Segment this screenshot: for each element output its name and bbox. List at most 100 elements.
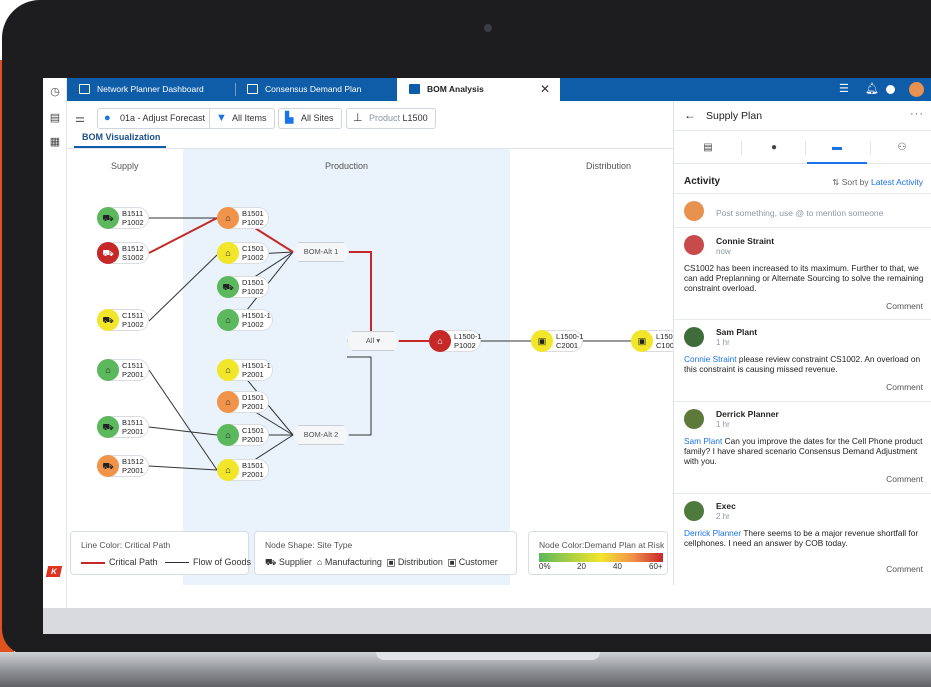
- manufacturing-icon: ⌂: [217, 459, 239, 481]
- panel-title: Supply Plan: [706, 110, 763, 122]
- supplier-icon: ⛟: [217, 276, 239, 298]
- customer-icon: ▣: [447, 557, 457, 567]
- supply-node[interactable]: ⛟ C1511 P1002: [97, 309, 149, 331]
- production-node[interactable]: ⌂ B1501 P2001: [217, 459, 269, 481]
- node-label: B1512 P2001: [122, 457, 144, 475]
- activity-heading: Activity: [684, 176, 721, 187]
- comment-button[interactable]: Comment: [886, 382, 923, 392]
- production-node[interactable]: ⛟ D1501 P1002: [217, 276, 269, 298]
- divider: [674, 319, 931, 320]
- scenario-chip[interactable]: ● 01a - Adjust Forecast: [97, 108, 214, 129]
- product-filter-chip[interactable]: ⊥ Product L1500: [346, 108, 436, 129]
- supply-plan-panel: ← Supply Plan ··· ▤ ● ▬ ⚇ Activity ⇅ Sor…: [673, 101, 931, 585]
- edge-flow: [148, 254, 218, 322]
- legend-title: Node Shape: Site Type: [265, 540, 353, 550]
- supply-node[interactable]: ⛟ B1511 P2001: [97, 416, 149, 438]
- comment-button[interactable]: Comment: [886, 301, 923, 311]
- product-node[interactable]: ⌂ L1500-1 P1002: [429, 330, 482, 352]
- user-avatar[interactable]: [909, 82, 924, 97]
- comment-text: Derrick Planner There seems to be a majo…: [684, 528, 919, 549]
- mention-link[interactable]: Connie Straint: [684, 354, 737, 364]
- comment-text: Connie Straint please review constraint …: [684, 354, 921, 375]
- manufacturing-icon: ⌂: [429, 330, 451, 352]
- tab-bom-analysis[interactable]: BOM Analysis ✕: [397, 78, 560, 101]
- hierarchy-icon: ⊥: [353, 112, 363, 124]
- production-node[interactable]: ⌂ C1501 P1002: [217, 242, 269, 264]
- document-tab-icon[interactable]: ▤: [698, 142, 718, 153]
- production-node[interactable]: ⌂ H1501-1 P2001: [217, 359, 273, 381]
- ramp-tick: 60+: [649, 562, 663, 571]
- distribution-node[interactable]: ▣ L1500-1 C2001: [531, 330, 584, 352]
- close-tab-icon[interactable]: ✕: [540, 78, 550, 101]
- comment-author: Exec: [716, 501, 736, 511]
- production-node[interactable]: ⌂ H1501-1 P1002: [217, 309, 273, 331]
- supplier-icon: ⛟: [97, 207, 119, 229]
- comment-text: Sam Plant Can you improve the dates for …: [684, 436, 923, 467]
- supply-node[interactable]: ⛟ B1512 P2001: [97, 455, 149, 477]
- comment-tab-icon[interactable]: ●: [764, 142, 784, 153]
- sites-filter-chip[interactable]: ▙ All Sites: [278, 108, 342, 129]
- supply-node[interactable]: ⌂ C1511 P2001: [97, 359, 149, 381]
- node-label: C1501 P2001: [242, 426, 265, 444]
- supply-node[interactable]: ⛟ B1512 S1002: [97, 242, 149, 264]
- laptop-notch: [376, 652, 600, 660]
- people-tab-icon[interactable]: ⚇: [892, 142, 912, 153]
- comment-time: 1 hr: [716, 338, 730, 347]
- edge-flow: [148, 369, 218, 471]
- supplier-icon: ⛟: [97, 416, 119, 438]
- bom-alt-2-node[interactable]: BOM-Alt 2: [293, 425, 349, 445]
- mention-link[interactable]: Sam Plant: [684, 436, 722, 446]
- items-filter-chip[interactable]: ▼ All Items: [209, 108, 275, 129]
- document-icon[interactable]: ▤: [49, 112, 61, 124]
- calendar-icon[interactable]: ▦: [49, 136, 61, 148]
- node-shape-legend: Node Shape: Site Type ⛟ Supplier ⌂ Manuf…: [254, 531, 517, 575]
- node-label: D1501 P1002: [242, 278, 265, 296]
- production-node[interactable]: ⌂ C1501 P2001: [217, 424, 269, 446]
- bom-canvas[interactable]: Supply Production Distribution ⛟ B1511 P…: [67, 149, 673, 585]
- manufacturing-icon: ⌂: [316, 557, 323, 567]
- sliders-icon[interactable]: ⚌: [75, 112, 85, 125]
- production-node[interactable]: ⌂ B1501 P1002: [217, 207, 269, 229]
- divider: [674, 227, 931, 228]
- comment-author: Derrick Planner: [716, 409, 779, 419]
- plan-icon: [247, 84, 258, 94]
- tab-divider: [805, 141, 806, 155]
- node-label: C1511 P1002: [122, 311, 144, 329]
- sort-value[interactable]: Latest Activity: [871, 177, 923, 187]
- tab-network-planner-dashboard[interactable]: Network Planner Dashboard: [67, 78, 225, 101]
- bell-icon[interactable]: 🔔︎: [865, 78, 879, 101]
- node-label: L1500-1 C2001: [556, 332, 584, 350]
- team-icon[interactable]: [883, 82, 898, 97]
- legend-title: Node Color:Demand Plan at Risk: [539, 540, 665, 550]
- comment-button[interactable]: Comment: [886, 564, 923, 574]
- tab-consensus-demand-plan[interactable]: Consensus Demand Plan: [235, 78, 393, 101]
- sort-prefix: Sort by: [841, 177, 869, 187]
- supply-node[interactable]: ⛟ B1511 P1002: [97, 207, 149, 229]
- all-selector-node[interactable]: All ▾: [347, 331, 399, 351]
- ramp-tick: 40: [613, 562, 622, 571]
- chat-tab-icon[interactable]: ▬: [827, 142, 847, 153]
- subtab-bom-visualization[interactable]: BOM Visualization: [82, 132, 160, 142]
- distribution-node[interactable]: ▣ L1500C1001: [631, 330, 673, 352]
- bom-alt-1-node[interactable]: BOM-Alt 1: [293, 242, 349, 262]
- comment-time: 1 hr: [716, 420, 730, 429]
- production-node[interactable]: ⌂ D1501 P2001: [217, 391, 269, 413]
- chat-bubble-icon: ●: [104, 112, 111, 124]
- tab-label: Consensus Demand Plan: [265, 84, 362, 94]
- back-arrow-icon[interactable]: ←: [684, 108, 696, 122]
- buildings-icon: ▙: [285, 112, 294, 124]
- list-icon[interactable]: ☰: [839, 78, 849, 101]
- more-icon[interactable]: ···: [910, 108, 924, 120]
- comment-button[interactable]: Comment: [886, 474, 923, 484]
- dashboard-icon: [79, 84, 90, 94]
- distribution-icon: ▣: [531, 330, 553, 352]
- tab-divider: [741, 141, 742, 155]
- camera-dot: [484, 24, 492, 32]
- clock-icon[interactable]: ◷: [49, 86, 61, 98]
- manufacturing-icon: ⌂: [217, 309, 239, 331]
- supplier-icon: ⛟: [97, 309, 119, 331]
- node-label: B1512 S1002: [122, 244, 144, 262]
- post-input[interactable]: Post something, use @ to mention someone: [716, 208, 883, 218]
- sort-control[interactable]: ⇅ Sort by Latest Activity: [832, 177, 923, 188]
- mention-link[interactable]: Derrick Planner: [684, 528, 741, 538]
